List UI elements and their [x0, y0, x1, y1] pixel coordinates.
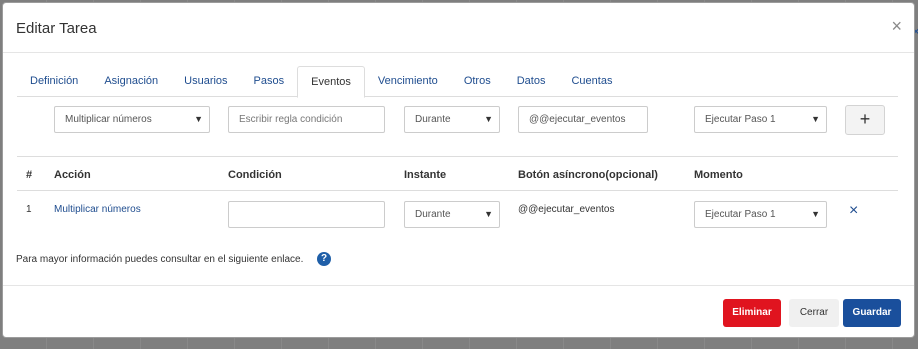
- tab-definicion[interactable]: Definición: [17, 66, 91, 97]
- tab-asignacion[interactable]: Asignación: [91, 66, 171, 97]
- chevron-down-icon: ▼: [484, 114, 493, 124]
- footer-divider: [3, 285, 914, 286]
- chevron-down-icon: ▼: [484, 209, 493, 219]
- tab-vencimiento[interactable]: Vencimiento: [365, 66, 451, 97]
- tab-pasos[interactable]: Pasos: [241, 66, 298, 97]
- close-button[interactable]: Cerrar: [789, 299, 839, 327]
- moment-select-value: Ejecutar Paso 1: [705, 114, 776, 125]
- row-async-value: @@ejecutar_eventos: [518, 204, 615, 215]
- tab-eventos[interactable]: Eventos: [297, 66, 365, 98]
- condition-input[interactable]: Escribir regla condición: [228, 106, 385, 133]
- save-button[interactable]: Guardar: [843, 299, 901, 327]
- chevron-down-icon: ▼: [811, 114, 820, 124]
- tab-usuarios[interactable]: Usuarios: [171, 66, 240, 97]
- async-button-input[interactable]: @@ejecutar_eventos: [518, 106, 648, 133]
- moment-select[interactable]: Ejecutar Paso 1 ▼: [694, 106, 827, 133]
- help-icon[interactable]: ?: [317, 252, 331, 266]
- close-icon[interactable]: ×: [891, 16, 902, 36]
- action-select-value: Multiplicar números: [65, 114, 152, 125]
- chevron-down-icon: ▼: [194, 114, 203, 124]
- tab-cuentas[interactable]: Cuentas: [558, 66, 625, 97]
- chevron-down-icon: ▼: [811, 209, 820, 219]
- remove-row-icon[interactable]: ×: [849, 203, 858, 219]
- tab-bar: Definición Asignación Usuarios Pasos Eve…: [17, 66, 898, 98]
- row-instant-select[interactable]: Durante ▼: [404, 201, 500, 228]
- divider: [17, 190, 898, 191]
- add-event-button[interactable]: +: [845, 105, 885, 135]
- tab-otros[interactable]: Otros: [451, 66, 504, 97]
- row-moment-select[interactable]: Ejecutar Paso 1 ▼: [694, 201, 827, 228]
- instant-select-value: Durante: [415, 114, 451, 125]
- info-text: Para mayor información puedes consultar …: [16, 254, 304, 265]
- header-async: Botón asíncrono(opcional): [518, 169, 658, 181]
- row-moment-value: Ejecutar Paso 1: [705, 209, 776, 220]
- async-button-value: @@ejecutar_eventos: [529, 114, 626, 125]
- header-num: #: [26, 169, 33, 181]
- edit-task-modal: Editar Tarea × Definición Asignación Usu…: [2, 2, 915, 338]
- modal-title: Editar Tarea: [16, 20, 97, 37]
- divider: [17, 156, 898, 157]
- header-action: Acción: [54, 169, 91, 181]
- row-num: 1: [26, 204, 32, 215]
- row-action-link[interactable]: Multiplicar números: [54, 204, 141, 215]
- tab-datos[interactable]: Datos: [504, 66, 559, 97]
- row-condition-input[interactable]: [228, 201, 385, 228]
- header-condition: Condición: [228, 169, 282, 181]
- modal-header: Editar Tarea ×: [3, 3, 914, 53]
- action-select[interactable]: Multiplicar números ▼: [54, 106, 210, 133]
- header-instant: Instante: [404, 169, 447, 181]
- header-moment: Momento: [694, 169, 743, 181]
- delete-button[interactable]: Eliminar: [723, 299, 781, 327]
- row-instant-value: Durante: [415, 209, 451, 220]
- condition-placeholder: Escribir regla condición: [239, 114, 343, 125]
- instant-select[interactable]: Durante ▼: [404, 106, 500, 133]
